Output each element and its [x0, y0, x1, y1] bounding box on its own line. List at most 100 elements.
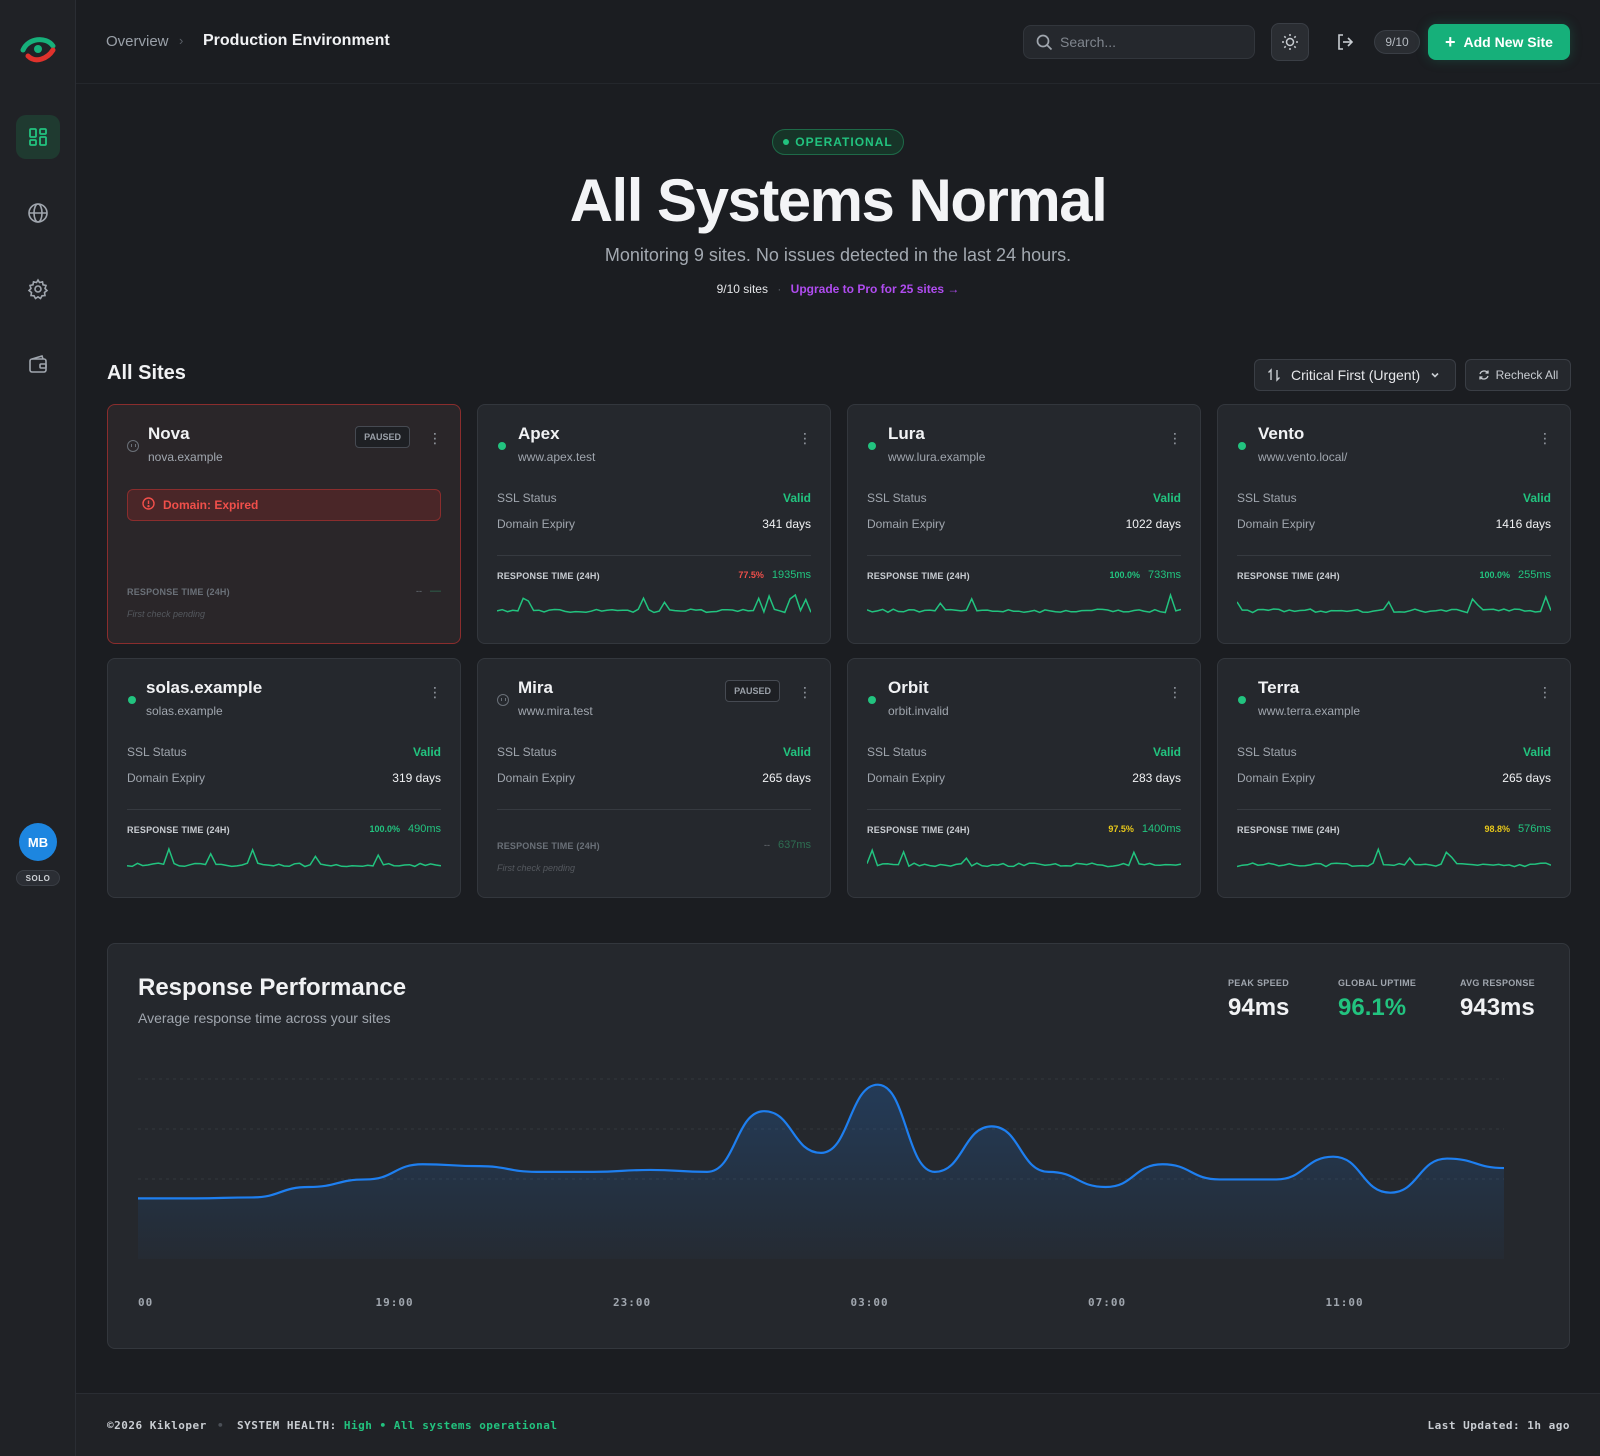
sidebar: MB SOLO [0, 0, 76, 1456]
site-card[interactable]: Terra www.terra.example ⋮ SSL Status Valid Do… [1217, 658, 1571, 898]
upgrade-link[interactable]: Upgrade to Pro for 25 sites → [791, 282, 960, 296]
paused-status-icon [497, 694, 509, 706]
response-time-values: 98.8% 576ms [1484, 823, 1551, 835]
site-card[interactable]: Apex www.apex.test ⋮ SSL Status Valid Domain … [477, 404, 831, 644]
more-options-icon[interactable]: ⋮ [1538, 685, 1552, 699]
logout-button[interactable] [1326, 23, 1364, 61]
site-name[interactable]: Nova [148, 424, 190, 444]
more-options-icon[interactable]: ⋮ [428, 685, 442, 699]
breadcrumb-overview[interactable]: Overview [106, 33, 169, 50]
site-name[interactable]: Mira [518, 678, 553, 698]
avg-response: 637ms [777, 839, 811, 851]
site-card[interactable]: solas.example solas.example ⋮ SSL Status Val… [107, 658, 461, 898]
site-domain: www.vento.local/ [1258, 450, 1348, 464]
search-box[interactable] [1023, 25, 1255, 59]
nav-settings[interactable] [16, 267, 60, 311]
card-divider [867, 555, 1181, 556]
site-domain: solas.example [146, 704, 223, 718]
hero-subtitle: Monitoring 9 sites. No issues detected i… [604, 245, 1072, 265]
sort-select[interactable]: Critical First (Urgent) [1254, 359, 1456, 391]
response-sparkline [867, 592, 1181, 614]
status-badge: OPERATIONAL [772, 129, 904, 155]
stat-label: PEAK SPEED [1228, 978, 1290, 988]
x-tick-label: 11:00 [1326, 1296, 1364, 1309]
more-options-icon[interactable]: ⋮ [798, 431, 812, 445]
sparkline-path [867, 848, 1181, 868]
site-card[interactable]: Orbit orbit.invalid ⋮ SSL Status Valid Domain… [847, 658, 1201, 898]
response-time-values: 100.0% 490ms [369, 823, 441, 835]
page-title: Production Environment [203, 32, 390, 49]
site-name[interactable]: Apex [518, 424, 560, 444]
card-divider [1237, 809, 1551, 810]
site-card[interactable]: Vento www.vento.local/ ⋮ SSL Status Valid Dom… [1217, 404, 1571, 644]
nav-billing[interactable] [16, 343, 60, 387]
sparkline-path [867, 592, 1181, 614]
avg-response: 576ms [1517, 823, 1551, 835]
more-options-icon[interactable]: ⋮ [798, 685, 812, 699]
more-options-icon[interactable]: ⋮ [1538, 431, 1552, 445]
nav-sites[interactable] [16, 191, 60, 235]
avatar[interactable]: MB [19, 823, 57, 861]
sparkline-path [1237, 847, 1551, 868]
site-name[interactable]: Lura [888, 424, 925, 444]
ssl-value: Valid [1522, 745, 1551, 759]
app-logo[interactable] [20, 34, 56, 64]
sort-value: Critical First (Urgent) [1291, 367, 1421, 383]
card-divider [1237, 555, 1551, 556]
more-options-icon[interactable]: ⋮ [1168, 685, 1182, 699]
expiry-value: 1022 days [1125, 517, 1181, 531]
status-dot [868, 442, 876, 450]
add-site-button[interactable]: + Add New Site [1428, 24, 1570, 60]
ssl-value: Valid [782, 745, 811, 759]
response-sparkline [497, 593, 811, 615]
site-domain: www.lura.example [888, 450, 986, 464]
ssl-status-row: SSL Status Valid [497, 745, 811, 759]
x-tick-label: 07:00 [1088, 1296, 1126, 1309]
avg-response: 1400ms [1141, 823, 1181, 835]
site-name[interactable]: solas.example [146, 678, 262, 698]
theme-toggle-button[interactable] [1271, 23, 1309, 61]
sparkline-path [1237, 594, 1551, 614]
last-updated: Last Updated: 1h ago [1427, 1419, 1570, 1432]
site-card[interactable]: Mira www.mira.test PAUSED ⋮ SSL Status Valid D… [477, 658, 831, 898]
response-time-label: RESPONSE TIME (24H) [127, 587, 230, 597]
site-domain: www.apex.test [518, 450, 596, 464]
site-name[interactable]: Vento [1258, 424, 1304, 444]
site-name[interactable]: Orbit [888, 678, 929, 698]
expiry-value: 265 days [762, 771, 811, 785]
more-options-icon[interactable]: ⋮ [428, 431, 442, 445]
ssl-value: Valid [782, 491, 811, 505]
more-options-icon[interactable]: ⋮ [1168, 431, 1182, 445]
response-sparkline [1237, 594, 1551, 614]
response-time-values: 100.0% 255ms [1479, 569, 1551, 581]
sort-icon [1268, 368, 1280, 382]
recheck-all-button[interactable]: Recheck All [1465, 359, 1571, 391]
response-time-label: RESPONSE TIME (24H) [1237, 571, 1340, 581]
search-input[interactable] [1060, 26, 1250, 58]
domain-expiry-row: Domain Expiry 1416 days [1237, 517, 1551, 531]
avg-response: 255ms [1517, 569, 1551, 581]
plan-badge: SOLO [16, 870, 60, 886]
nav-dashboard[interactable] [16, 115, 60, 159]
sparkline-path [127, 846, 441, 868]
site-card[interactable]: Lura www.lura.example ⋮ SSL Status Valid Doma… [847, 404, 1201, 644]
site-domain: orbit.invalid [888, 704, 949, 718]
site-card[interactable]: Nova nova.example PAUSED ⋮ Domain: Expired RE… [107, 404, 461, 644]
search-icon [1036, 34, 1053, 51]
response-time-label: RESPONSE TIME (24H) [867, 571, 970, 581]
stat-peak-speed: PEAK SPEED 94ms [1228, 978, 1289, 1022]
alert-text: Domain: Expired [163, 498, 259, 512]
top-bar: Overview › Production Environment 9/10 +… [76, 0, 1600, 84]
status-dot [783, 139, 790, 145]
domain-expiry-row: Domain Expiry 283 days [867, 771, 1181, 785]
performance-title: Response Performance [138, 974, 407, 1001]
uptime-percent: -- [416, 586, 422, 596]
site-name[interactable]: Terra [1258, 678, 1299, 698]
section-title: All Sites [107, 362, 186, 384]
avg-response: — [430, 585, 441, 597]
domain-expiry-row: Domain Expiry 319 days [127, 771, 441, 785]
logout-icon [1338, 34, 1354, 50]
uptime-percent: 100.0% [1109, 570, 1140, 580]
meta-separator: · [777, 282, 782, 296]
chevron-down-icon [1431, 372, 1439, 378]
